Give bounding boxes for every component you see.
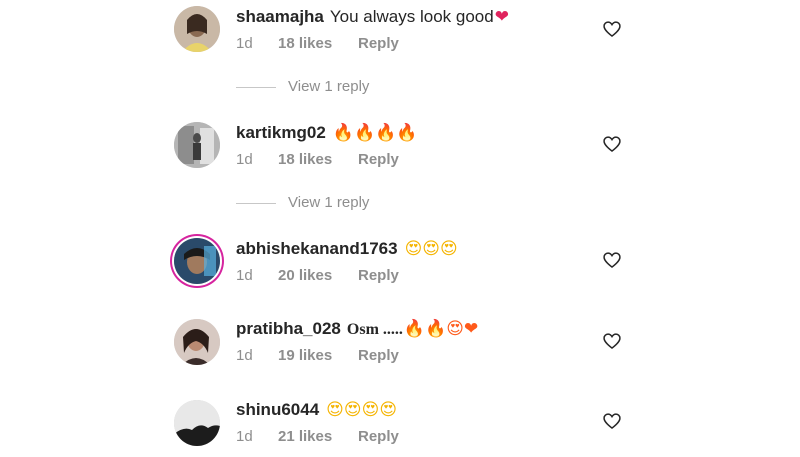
avatar[interactable] xyxy=(174,400,220,446)
comment-username[interactable]: shaamajha xyxy=(236,7,324,26)
comment-username[interactable]: abhishekanand1763 xyxy=(236,239,398,258)
comment-emoji: 😍😍😍😍 xyxy=(326,400,398,420)
comment-timestamp: 1d xyxy=(236,35,253,52)
comment-text: You always look good xyxy=(329,7,494,26)
avatar[interactable] xyxy=(174,122,220,168)
comment-likes[interactable]: 19 likes xyxy=(278,347,358,364)
heart-outline-icon[interactable] xyxy=(602,250,622,270)
comment-timestamp: 1d xyxy=(236,151,253,168)
heart-outline-icon[interactable] xyxy=(602,331,622,351)
avatar[interactable] xyxy=(174,6,220,52)
comment-timestamp: 1d xyxy=(236,267,253,284)
view-replies-label: View 1 reply xyxy=(288,194,370,211)
view-replies-link[interactable]: View 1 reply xyxy=(236,194,369,211)
view-replies-link[interactable]: View 1 reply xyxy=(236,78,369,95)
comment-text: Osm ..... xyxy=(346,321,403,338)
heart-outline-icon[interactable] xyxy=(602,134,622,154)
comment-timestamp: 1d xyxy=(236,428,253,445)
heart-outline-icon[interactable] xyxy=(602,19,622,39)
comment-likes[interactable]: 18 likes xyxy=(278,35,358,52)
comment-emoji: 😍😍😍 xyxy=(404,239,458,259)
reply-button[interactable]: Reply xyxy=(358,35,399,52)
comment-likes[interactable]: 18 likes xyxy=(278,151,358,168)
comment-username[interactable]: kartikmg02 xyxy=(236,123,326,142)
comment-emoji: 🔥🔥🔥🔥 xyxy=(332,123,418,143)
comment-emoji: ❤ xyxy=(494,7,509,27)
comment-emoji: 🔥🔥😍❤ xyxy=(403,319,479,339)
avatar-with-story-ring[interactable] xyxy=(174,238,220,284)
comment-username[interactable]: shinu6044 xyxy=(236,400,319,419)
view-replies-label: View 1 reply xyxy=(288,78,370,95)
comment-username[interactable]: pratibha_028 xyxy=(236,319,341,338)
heart-outline-icon[interactable] xyxy=(602,411,622,431)
reply-button[interactable]: Reply xyxy=(358,347,399,364)
comment-likes[interactable]: 21 likes xyxy=(278,428,358,445)
reply-button[interactable]: Reply xyxy=(358,428,399,445)
view-replies-divider xyxy=(236,202,276,204)
comment-timestamp: 1d xyxy=(236,347,253,364)
reply-button[interactable]: Reply xyxy=(358,151,399,168)
view-replies-divider xyxy=(236,86,276,88)
comment-likes[interactable]: 20 likes xyxy=(278,267,358,284)
reply-button[interactable]: Reply xyxy=(358,267,399,284)
avatar[interactable] xyxy=(174,319,220,365)
